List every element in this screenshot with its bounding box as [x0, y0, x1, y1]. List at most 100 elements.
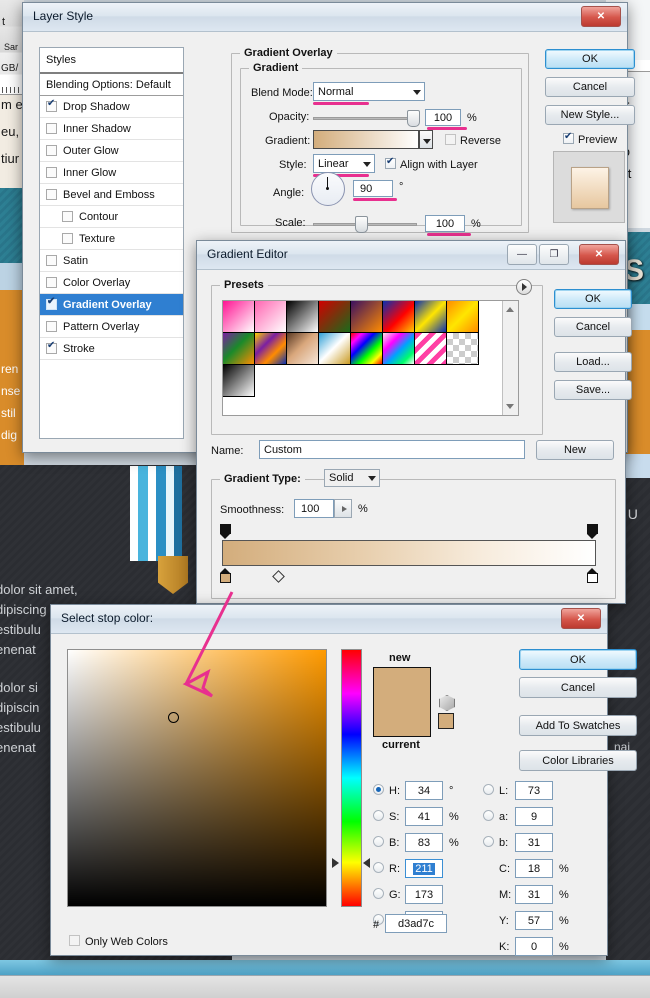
- gradient-editor-titlebar[interactable]: Gradient Editor — ❐ ✕: [197, 241, 625, 270]
- preset-swatch-red-green[interactable]: [319, 301, 351, 333]
- close-icon[interactable]: ✕: [561, 608, 601, 629]
- gradient-picker-button[interactable]: [419, 130, 433, 149]
- input-B[interactable]: 83: [405, 833, 443, 852]
- load-button[interactable]: Load...: [554, 352, 632, 372]
- style-enable-checkbox[interactable]: [62, 233, 73, 244]
- only-web-colors-checkbox[interactable]: [69, 935, 80, 946]
- sidebar-item-blending-options[interactable]: Blending Options: Default: [40, 74, 183, 96]
- sidebar-item-contour[interactable]: Contour: [40, 206, 183, 228]
- preset-swatch-pink-checker[interactable]: [255, 301, 287, 333]
- preview-checkbox[interactable]: [563, 133, 574, 144]
- add-to-swatches-button[interactable]: Add To Swatches: [519, 715, 637, 736]
- gradient-color-stop-left[interactable]: [220, 568, 231, 583]
- style-enable-checkbox[interactable]: [46, 299, 57, 310]
- saturation-brightness-field[interactable]: [67, 649, 327, 907]
- color-picker-titlebar[interactable]: Select stop color: ✕: [51, 605, 607, 634]
- style-enable-checkbox[interactable]: [46, 123, 57, 134]
- sidebar-item-inner-shadow[interactable]: Inner Shadow: [40, 118, 183, 140]
- input-a[interactable]: 9: [515, 807, 553, 826]
- preset-swatch-chrome[interactable]: [319, 333, 351, 365]
- sidebar-item-pattern-overlay[interactable]: Pattern Overlay: [40, 316, 183, 338]
- presets-scrollbar[interactable]: [502, 301, 518, 415]
- angle-input[interactable]: 90: [353, 180, 393, 197]
- preset-swatch-spectrum[interactable]: [351, 333, 383, 365]
- scroll-down-icon[interactable]: [506, 404, 514, 409]
- out-of-gamut-icon[interactable]: [439, 695, 455, 711]
- sidebar-item-texture[interactable]: Texture: [40, 228, 183, 250]
- preset-swatch-black-white[interactable]: [287, 301, 319, 333]
- presets-grid[interactable]: [223, 301, 479, 397]
- gradient-preview-swatch[interactable]: [313, 130, 419, 149]
- style-enable-checkbox[interactable]: [46, 101, 57, 112]
- hue-slider[interactable]: [341, 649, 362, 907]
- gradient-opacity-stop-left[interactable]: [220, 524, 231, 539]
- sidebar-item-bevel-and-emboss[interactable]: Bevel and Emboss: [40, 184, 183, 206]
- close-icon[interactable]: ✕: [581, 6, 621, 27]
- input-S[interactable]: 41: [405, 807, 443, 826]
- color-field-marker[interactable]: [168, 712, 179, 723]
- ok-button[interactable]: OK: [545, 49, 635, 69]
- preset-swatch-orange-yellow-orange[interactable]: [447, 301, 479, 333]
- smoothness-input[interactable]: 100: [294, 499, 334, 518]
- minimize-icon[interactable]: —: [507, 244, 537, 265]
- input-K[interactable]: 0: [515, 937, 553, 956]
- gradient-bar[interactable]: [222, 540, 596, 566]
- preset-swatch-violet-orange[interactable]: [351, 301, 383, 333]
- style-enable-checkbox[interactable]: [46, 277, 57, 288]
- preset-swatch-blue-red-yellow[interactable]: [383, 301, 415, 333]
- gradient-editor-ok-button[interactable]: OK: [554, 289, 632, 309]
- preset-swatch-black-white-2[interactable]: [223, 365, 255, 397]
- new-style-button[interactable]: New Style...: [545, 105, 635, 125]
- align-with-layer-checkbox[interactable]: [385, 158, 396, 169]
- presets-menu-icon[interactable]: [516, 279, 532, 295]
- angle-dial[interactable]: [311, 172, 345, 206]
- preset-swatch-blue-yellow-blue[interactable]: [415, 301, 447, 333]
- style-enable-checkbox[interactable]: [46, 189, 57, 200]
- preset-swatch-copper[interactable]: [287, 333, 319, 365]
- input-L[interactable]: 73: [515, 781, 553, 800]
- sidebar-item-drop-shadow[interactable]: Drop Shadow: [40, 96, 183, 118]
- save-button[interactable]: Save...: [554, 380, 632, 400]
- gradient-color-stop-right[interactable]: [587, 568, 598, 583]
- input-M[interactable]: 31: [515, 885, 553, 904]
- preset-swatch-transparent-stripes[interactable]: [415, 333, 447, 365]
- radio-G[interactable]: [373, 888, 384, 899]
- style-select[interactable]: Linear: [313, 154, 375, 173]
- color-picker-cancel-button[interactable]: Cancel: [519, 677, 637, 698]
- scroll-up-icon[interactable]: [506, 307, 514, 312]
- gradient-type-select[interactable]: Solid: [324, 469, 380, 487]
- layer-style-titlebar[interactable]: Layer Style ✕: [23, 3, 627, 32]
- presets-panel[interactable]: [222, 300, 519, 416]
- style-enable-checkbox[interactable]: [62, 211, 73, 222]
- radio-a[interactable]: [483, 810, 494, 821]
- sidebar-item-gradient-overlay[interactable]: Gradient Overlay: [40, 294, 183, 316]
- styles-list[interactable]: Styles Blending Options: Default Drop Sh…: [39, 47, 184, 439]
- gradient-editor-cancel-button[interactable]: Cancel: [554, 317, 632, 337]
- radio-B[interactable]: [373, 836, 384, 847]
- blend-mode-select[interactable]: Normal: [313, 82, 425, 101]
- style-enable-checkbox[interactable]: [46, 343, 57, 354]
- sidebar-item-satin[interactable]: Satin: [40, 250, 183, 272]
- close-icon[interactable]: ✕: [579, 244, 619, 265]
- scale-slider-knob[interactable]: [355, 216, 368, 233]
- input-R[interactable]: 211: [405, 859, 443, 878]
- preset-swatch-yellow-violet-orange-blue[interactable]: [255, 333, 287, 365]
- style-enable-checkbox[interactable]: [46, 255, 57, 266]
- radio-L[interactable]: [483, 784, 494, 795]
- hex-input[interactable]: d3ad7c: [385, 914, 447, 933]
- style-enable-checkbox[interactable]: [46, 321, 57, 332]
- color-libraries-button[interactable]: Color Libraries: [519, 750, 637, 771]
- reverse-checkbox[interactable]: [445, 134, 456, 145]
- opacity-slider-track[interactable]: [313, 117, 417, 120]
- opacity-slider-knob[interactable]: [407, 110, 420, 127]
- gamut-alternative-swatch[interactable]: [438, 713, 454, 729]
- preset-swatch-violet-green-orange[interactable]: [223, 333, 255, 365]
- sidebar-item-outer-glow[interactable]: Outer Glow: [40, 140, 183, 162]
- input-Y[interactable]: 57: [515, 911, 553, 930]
- preset-swatch-foreground-to-transparent-pink[interactable]: [223, 301, 255, 333]
- input-C[interactable]: 18: [515, 859, 553, 878]
- opacity-input[interactable]: 100: [425, 109, 461, 126]
- input-G[interactable]: 173: [405, 885, 443, 904]
- style-enable-checkbox[interactable]: [46, 145, 57, 156]
- preset-swatch-transparent-rainbow[interactable]: [383, 333, 415, 365]
